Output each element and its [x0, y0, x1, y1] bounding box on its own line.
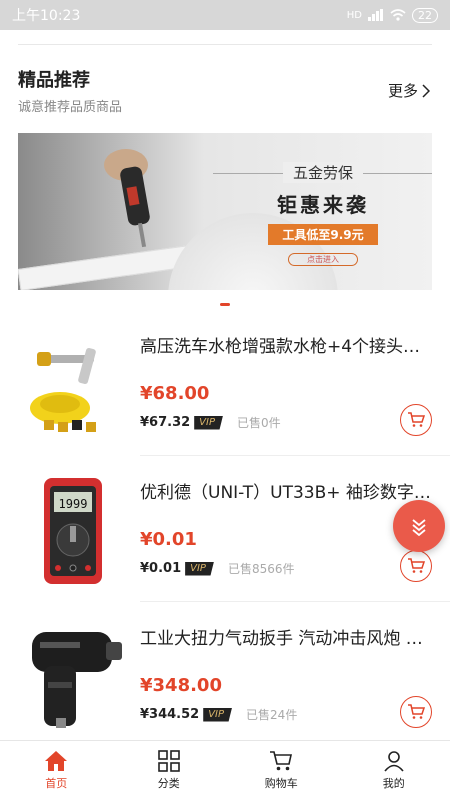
grid-icon	[157, 750, 180, 772]
status-bar: 上午10:23 HD 22	[0, 0, 450, 30]
sold-count: 已售8566件	[227, 562, 295, 576]
banner-text-box: 五金劳保 钜惠来袭 工具低至9.9元 点击进入	[213, 147, 432, 266]
member-price: ¥0.01	[140, 561, 182, 576]
product-name: 高压洗车水枪增强款水枪+4个接头…	[140, 337, 421, 357]
product-item[interactable]: 1999 优利德（UNI-T）UT33B+ 袖珍数字… ¥0.01 ¥0.01 …	[0, 456, 450, 602]
product-price: ¥348.00	[140, 675, 222, 696]
vip-badge: VIP	[185, 561, 214, 576]
carousel-indicator	[220, 303, 230, 306]
section-subtitle: 诚意推荐品质商品	[18, 100, 123, 115]
product-image-water-gun	[30, 347, 96, 432]
member-price: ¥344.52	[140, 707, 200, 722]
vip-badge: VIP	[203, 707, 233, 722]
status-icons: HD 22	[346, 7, 438, 23]
product-image-multimeter: 1999	[44, 478, 102, 584]
cart-icon	[408, 412, 425, 427]
section-title: 精品推荐	[18, 70, 90, 91]
screwdriver-image	[104, 149, 150, 248]
cart-icon	[270, 751, 293, 771]
promo-banner[interactable]: 五金劳保 钜惠来袭 工具低至9.9元 点击进入	[18, 133, 432, 290]
wifi-icon	[390, 9, 406, 21]
tab-cart[interactable]: 购物车	[225, 741, 338, 800]
sold-count: 已售24件	[246, 708, 298, 722]
tab-label: 购物车	[264, 777, 298, 790]
vip-badge: VIP	[194, 415, 223, 430]
top-divider	[18, 44, 432, 45]
add-to-cart-button[interactable]	[400, 404, 432, 436]
banner-enter-button[interactable]: 点击进入	[288, 253, 358, 266]
expand-fab-button[interactable]	[393, 500, 445, 552]
product-item[interactable]: 高压洗车水枪增强款水枪+4个接头… ¥68.00 ¥67.32 VIP 已售0件	[0, 310, 450, 456]
sold-count: 已售0件	[237, 416, 281, 430]
add-to-cart-button[interactable]	[400, 550, 432, 582]
signal-icon	[368, 9, 383, 21]
product-item[interactable]: 工业大扭力气动扳手 汽动冲击风炮 … ¥348.00 ¥344.52 VIP 已…	[0, 602, 450, 748]
cart-icon	[408, 704, 425, 719]
tab-profile[interactable]: 我的	[338, 741, 450, 800]
member-price-row: ¥67.32 VIP 已售0件	[140, 414, 281, 431]
chevron-right-icon	[422, 83, 430, 98]
product-name: 工业大扭力气动扳手 汽动冲击风炮 …	[140, 629, 423, 649]
status-time: 上午10:23	[12, 8, 81, 24]
more-label: 更多	[387, 82, 418, 100]
banner-line2: 钜惠来袭	[277, 193, 369, 217]
svg-text:1999: 1999	[59, 497, 88, 511]
bottom-tab-bar: 首页 分类 购物车 我的	[0, 740, 450, 800]
chevrons-down-icon	[412, 519, 426, 536]
member-price-row: ¥0.01 VIP 已售8566件	[140, 560, 295, 577]
tab-label: 首页	[45, 777, 68, 790]
product-name: 优利德（UNI-T）UT33B+ 袖珍数字…	[140, 483, 431, 503]
network-label: HD	[346, 9, 362, 21]
banner-line1: 五金劳保	[282, 162, 363, 183]
member-price: ¥67.32	[140, 415, 191, 430]
tab-label: 分类	[157, 777, 180, 790]
tab-home[interactable]: 首页	[0, 741, 113, 800]
tab-label: 我的	[382, 777, 405, 790]
tab-category[interactable]: 分类	[113, 741, 226, 800]
user-icon	[384, 751, 404, 772]
more-link[interactable]: 更多	[388, 80, 430, 101]
product-image-impact-wrench	[32, 632, 122, 728]
home-icon	[45, 751, 68, 771]
battery-icon: 22	[412, 7, 438, 23]
cart-icon	[408, 558, 425, 573]
product-price: ¥68.00	[140, 383, 210, 404]
member-price-row: ¥344.52 VIP 已售24件	[140, 706, 297, 723]
product-price: ¥0.01	[140, 529, 197, 550]
banner-line3: 工具低至9.9元	[268, 224, 378, 245]
add-to-cart-button[interactable]	[400, 696, 432, 728]
